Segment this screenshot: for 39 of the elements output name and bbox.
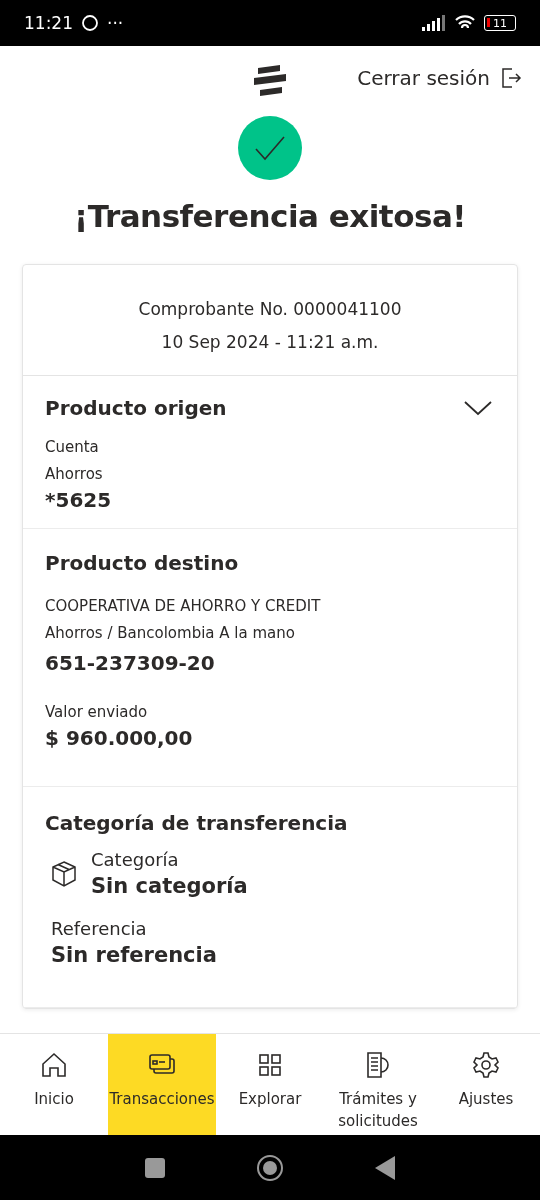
recipient-name: COOPERATIVA DE AHORRO Y CREDIT	[45, 596, 322, 617]
nav-tab[interactable]: Ajustes	[432, 1034, 540, 1135]
category-label: Categoría	[91, 849, 180, 870]
section-heading: Producto origen	[45, 396, 227, 420]
receipt-date: 10 Sep 2024 - 11:21 a.m.	[160, 331, 380, 354]
more-text: ···	[107, 13, 124, 33]
receipt-number: Comprobante No. 0000041100	[137, 298, 403, 321]
status-time: 11:21	[24, 13, 73, 33]
account-number: *5625	[45, 488, 113, 512]
reference-label: Referencia	[51, 918, 148, 939]
nav-tab[interactable]: Trámites y solicitudes	[324, 1034, 432, 1135]
amount-label: Valor enviado	[45, 702, 149, 723]
settings-icon	[471, 1050, 501, 1080]
page-title: ¡Transferencia exitosa!	[74, 198, 466, 234]
account-number: 651-237309-20	[45, 651, 216, 675]
reference-value: Sin referencia	[51, 943, 218, 967]
nav-tab[interactable]: Inicio	[0, 1034, 108, 1135]
logo-icon	[252, 63, 288, 99]
amount-value: $ 960.000,00	[45, 726, 194, 750]
chat-icon	[81, 14, 99, 32]
battery-level: 11	[493, 16, 507, 30]
nav-tab[interactable]: Explorar	[216, 1034, 324, 1135]
recents-button[interactable]	[145, 1157, 165, 1178]
logout-icon	[500, 67, 522, 89]
product-type: Cuenta	[45, 437, 100, 458]
product-subtype: Ahorros	[45, 464, 104, 485]
home-icon	[39, 1050, 69, 1080]
section-heading: Categoría de transferencia	[45, 811, 349, 835]
home-button[interactable]	[257, 1154, 283, 1181]
nav-tab[interactable]: Transacciones	[108, 1034, 216, 1135]
chevron-icon[interactable]	[463, 400, 493, 416]
check-icon	[254, 135, 286, 161]
box-icon	[51, 859, 77, 888]
recipient-detail: Ahorros / Bancolombia A la mano	[45, 623, 296, 644]
category-value: Sin categoría	[91, 874, 248, 898]
back-button[interactable]	[375, 1155, 395, 1180]
section-heading: Producto destino	[45, 551, 240, 575]
signal-icon	[422, 15, 446, 31]
logout-link[interactable]: Cerrar sesión	[357, 66, 522, 90]
